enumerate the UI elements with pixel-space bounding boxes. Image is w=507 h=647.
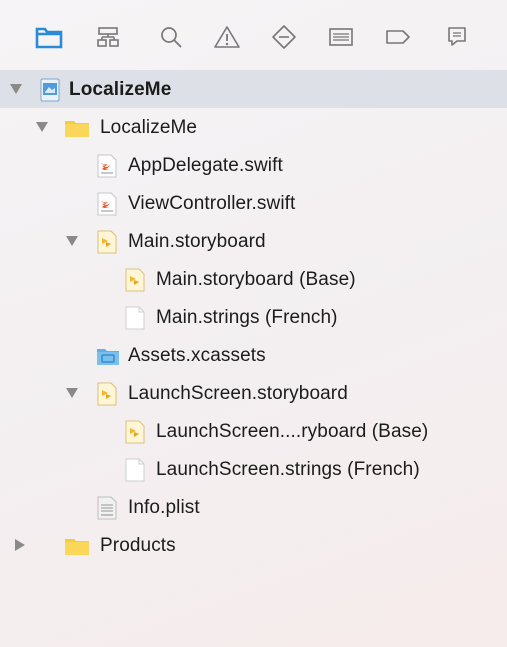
strings-file-icon [124,306,148,330]
file-label: Main.storyboard [128,231,266,252]
tree-row-info-plist[interactable]: Info.plist [0,488,507,526]
file-label: LaunchScreen.strings (French) [156,459,420,480]
list-icon[interactable] [324,20,358,54]
file-label: Main.strings (French) [156,307,338,328]
swift-file-icon [96,154,120,178]
file-label: ViewController.swift [128,193,296,214]
warning-icon[interactable] [210,20,244,54]
tree-row-project[interactable]: LocalizeMe [0,70,507,108]
file-label: AppDelegate.swift [128,155,283,176]
disclosure-expanded-icon[interactable] [64,385,80,401]
file-label: Info.plist [128,497,200,518]
speech-bubble-icon[interactable] [440,20,474,54]
swift-file-icon [96,192,120,216]
storyboard-file-icon [124,268,148,292]
storyboard-file-icon [96,230,120,254]
folder-icon[interactable] [32,20,66,54]
file-label: LaunchScreen....ryboard (Base) [156,421,429,442]
group-label: LocalizeMe [100,117,198,138]
group-label: Products [100,535,176,556]
disclosure-collapsed-icon[interactable] [12,537,28,553]
strings-file-icon [124,458,148,482]
project-label: LocalizeMe [69,79,172,100]
disclosure-expanded-icon[interactable] [34,119,50,135]
folder-icon [64,116,89,140]
folder-icon [64,534,89,558]
xcode-project-icon [38,78,62,102]
tree-row-products[interactable]: Products [0,526,507,564]
tree-row-group-localizeme[interactable]: LocalizeMe [0,108,507,146]
tree-row-viewcontroller[interactable]: ViewController.swift [0,184,507,222]
tree-row-appdelegate[interactable]: AppDelegate.swift [0,146,507,184]
asset-catalog-icon [96,344,120,368]
file-label: LaunchScreen.storyboard [128,383,348,404]
plist-file-icon [96,496,120,520]
search-icon[interactable] [154,20,188,54]
tree-row-main-strings-french[interactable]: Main.strings (French) [0,298,507,336]
navigator-selector-bar [0,0,507,71]
hierarchy-icon[interactable] [91,20,125,54]
file-label: Main.storyboard (Base) [156,269,356,290]
tree-row-main-storyboard[interactable]: Main.storyboard [0,222,507,260]
storyboard-file-icon [124,420,148,444]
tree-row-launch-strings-french[interactable]: LaunchScreen.strings (French) [0,450,507,488]
tree-row-main-storyboard-base[interactable]: Main.storyboard (Base) [0,260,507,298]
tree-row-launch-storyboard-base[interactable]: LaunchScreen....ryboard (Base) [0,412,507,450]
disclosure-expanded-icon[interactable] [8,81,24,97]
tree-row-launch-storyboard[interactable]: LaunchScreen.storyboard [0,374,507,412]
tree-row-assets[interactable]: Assets.xcassets [0,336,507,374]
disclosure-expanded-icon[interactable] [64,233,80,249]
tag-icon[interactable] [381,20,415,54]
storyboard-file-icon [96,382,120,406]
file-label: Assets.xcassets [128,345,266,366]
diamond-minus-icon[interactable] [267,20,301,54]
